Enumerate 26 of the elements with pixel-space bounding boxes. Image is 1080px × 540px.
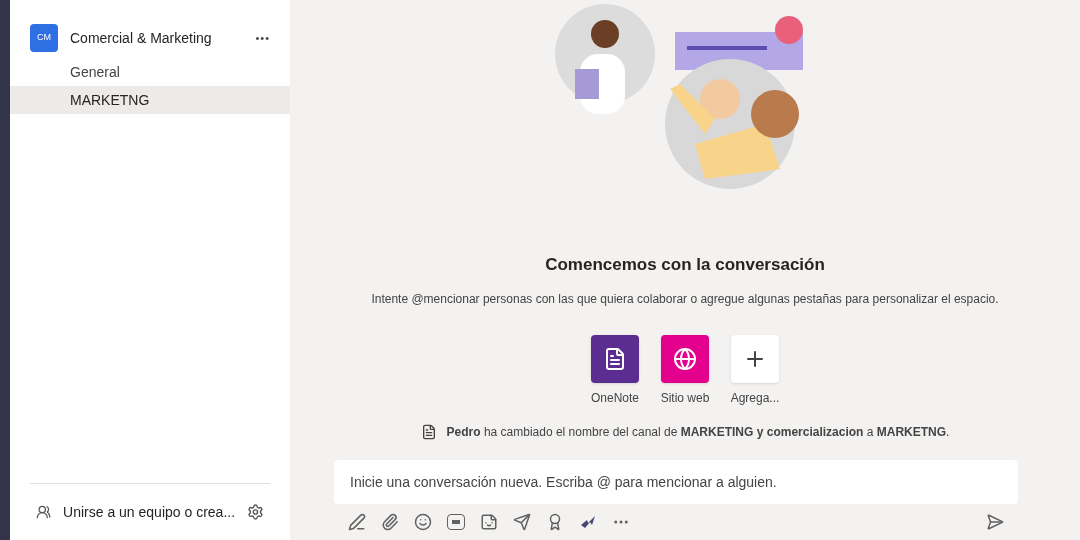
app-label: OneNote <box>591 389 639 407</box>
channel-item[interactable]: MARKETNG <box>10 86 290 114</box>
emoji-icon[interactable] <box>414 513 432 531</box>
system-message: Pedro ha cambiado el nombre del canal de MARKETING y comercializacion a MARKETNG. <box>446 423 950 441</box>
add-team-icon[interactable] <box>36 504 52 520</box>
empty-state-heading: Comencemos con la conversación <box>545 254 825 276</box>
compose-field[interactable]: Inicie una conversación nueva. Escriba @ para mencionar a alguien. <box>334 460 1018 504</box>
send-icon[interactable] <box>986 513 1004 531</box>
more-button[interactable]: ••• <box>255 29 270 47</box>
app-label: Sitio web <box>660 389 710 407</box>
paper-plane-icon[interactable] <box>513 513 531 531</box>
globe-icon <box>673 346 697 371</box>
document-icon <box>420 423 437 440</box>
format-icon[interactable] <box>348 513 366 531</box>
app-tile[interactable] <box>661 334 709 383</box>
app-tile[interactable] <box>591 334 639 383</box>
app-label: Agrega... <box>730 389 780 407</box>
channel-item[interactable]: General <box>10 58 290 86</box>
empty-state-description: Intente @mencionar personas con las que quiera colaborar o agregue algunas pestañas para personalizar el espacio. <box>371 290 999 308</box>
join-team-link[interactable]: Unirse a un equipo o crea... <box>63 501 236 523</box>
paperclip-icon[interactable] <box>381 513 399 531</box>
sticker-icon[interactable] <box>480 513 498 531</box>
team-name[interactable]: Comercial & Marketing <box>70 27 244 49</box>
settings-icon[interactable] <box>247 503 264 521</box>
team-avatar: CM <box>30 24 58 52</box>
app-tile[interactable] <box>731 334 779 383</box>
